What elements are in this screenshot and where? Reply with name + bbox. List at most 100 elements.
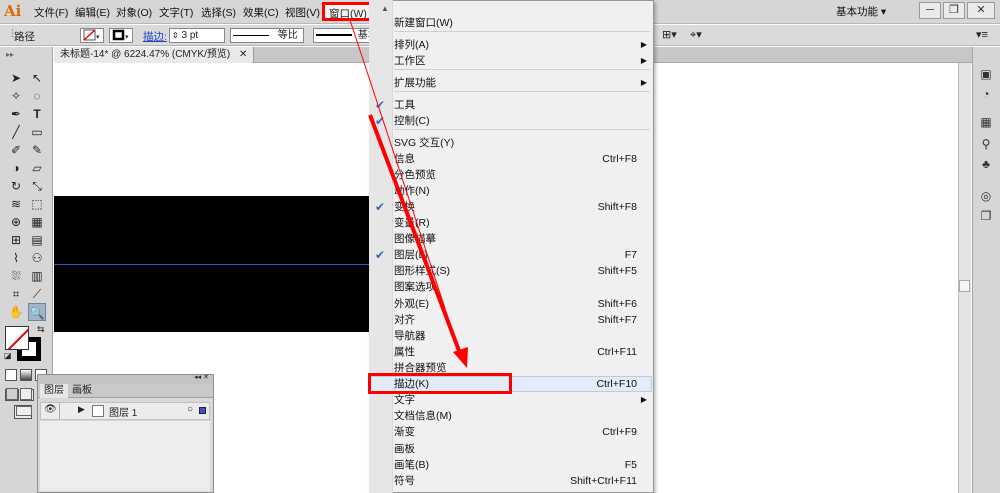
menu-item[interactable]: 变换 Shift+F8 (394, 199, 649, 215)
menu-item[interactable]: 图形样式(S) Shift+F5 (394, 263, 649, 279)
menu-item[interactable]: 外观(E) Shift+F6 (394, 296, 649, 312)
fill-color-box[interactable] (5, 326, 29, 350)
stepper-icon[interactable]: ⇕ (172, 31, 179, 40)
menu-edit[interactable]: 编辑(E) (75, 5, 110, 20)
brushes-panel-icon[interactable]: ⚲ (978, 136, 994, 152)
menu-select[interactable]: 选择(S) (201, 5, 236, 20)
menu-item[interactable]: 画板 (394, 441, 649, 457)
mesh-tool-icon[interactable]: ⊞ (7, 231, 25, 249)
symbol-sprayer-tool-icon[interactable]: ⛆ (7, 267, 25, 285)
direct-selection-tool-icon[interactable]: ↖ (28, 69, 46, 87)
width-tool-icon[interactable]: ≋ (7, 195, 25, 213)
panel-header[interactable]: ◂◂ ✕ (38, 373, 213, 384)
pencil-tool-icon[interactable]: ✎ (28, 141, 46, 159)
expand-triangle-icon[interactable]: ▶ (78, 404, 85, 415)
document-tab[interactable]: 未标题-14* @ 6224.47% (CMYK/预览) ✕ (54, 47, 255, 63)
brush-definition[interactable]: 基本 (313, 28, 371, 43)
visibility-eye-icon[interactable]: 👁 (44, 404, 57, 415)
close-button[interactable]: ✕ (967, 2, 995, 19)
menu-item[interactable]: 图像描摹 (394, 231, 649, 247)
layer-row[interactable]: 👁 ▶ 图层 1 ○ (40, 402, 210, 420)
scale-tool-icon[interactable]: ⤡ (28, 177, 46, 195)
eraser-tool-icon[interactable]: ▱ (28, 159, 46, 177)
stroke-swatch[interactable]: ▾ (109, 28, 133, 43)
docked-panel-icon-a[interactable] (6, 388, 18, 400)
close-tab-icon[interactable]: ✕ (239, 49, 247, 60)
menu-item[interactable]: 排列(A) ▶ (394, 37, 649, 53)
menu-item[interactable]: 分色预览 (394, 167, 649, 183)
menu-item[interactable]: 导航器 (394, 328, 649, 344)
menu-view[interactable]: 视图(V) (285, 5, 320, 20)
panel-menu-icon[interactable]: ▾≡ (976, 28, 988, 41)
menu-item[interactable]: 文字 ▶ (394, 392, 649, 408)
menu-item[interactable]: 控制(C) (394, 113, 649, 129)
menu-type[interactable]: 文字(T) (159, 5, 193, 20)
pen-tool-icon[interactable]: ✒ (7, 105, 25, 123)
color-mode-icon[interactable] (5, 369, 17, 381)
scrollbar-thumb[interactable] (959, 280, 970, 292)
menu-item[interactable]: 图案选项 (394, 279, 649, 295)
maximize-button[interactable]: ❐ (943, 2, 965, 19)
menu-item[interactable]: SVG 交互(Y) (394, 135, 649, 151)
default-fill-stroke-icon[interactable]: ◪ (4, 351, 12, 360)
gradient-tool-icon[interactable]: ▤ (28, 231, 46, 249)
menu-effect[interactable]: 效果(C) (243, 5, 279, 20)
slice-tool-icon[interactable]: ⟋ (28, 285, 46, 303)
rectangle-tool-icon[interactable]: ▭ (28, 123, 46, 141)
zoom-tool-icon[interactable]: 🔍 (28, 303, 46, 321)
menu-item[interactable]: 信息 Ctrl+F8 (394, 151, 649, 167)
paintbrush-tool-icon[interactable]: ✐ (7, 141, 25, 159)
menu-item[interactable]: 符号 Shift+Ctrl+F11 (394, 473, 649, 489)
layer-color-indicator[interactable] (199, 407, 206, 414)
align-icon[interactable]: ⊞▾ (662, 28, 677, 41)
swap-fill-stroke-icon[interactable]: ⇆ (37, 324, 45, 335)
menu-object[interactable]: 对象(O) (116, 5, 152, 20)
menu-file[interactable]: 文件(F) (34, 5, 68, 20)
docked-panel-icon-b[interactable] (20, 388, 32, 400)
panel-close-icon[interactable]: ◂◂ ✕ (194, 373, 209, 381)
color-panel-icon[interactable]: ▣ (978, 66, 994, 82)
stroke-weight-field[interactable]: ⇕ 3 pt (169, 28, 225, 43)
target-circle-icon[interactable]: ○ (187, 404, 193, 415)
variable-width-profile[interactable]: 等比 (230, 28, 304, 43)
tab-layers[interactable]: 图层 (40, 384, 68, 398)
vertical-scrollbar[interactable] (958, 63, 971, 493)
rotate-tool-icon[interactable]: ↻ (7, 177, 25, 195)
menu-item[interactable]: 文档信息(M) (394, 408, 649, 424)
free-transform-tool-icon[interactable]: ⬚ (28, 195, 46, 213)
menu-item[interactable]: 图层(L) F7 (394, 247, 649, 263)
menu-item[interactable]: 工作区 ▶ (394, 53, 649, 69)
menu-item[interactable]: 动作(N) (394, 183, 649, 199)
blend-tool-icon[interactable]: ⚇ (28, 249, 46, 267)
graphic-styles-icon[interactable]: ❐ (978, 208, 994, 224)
docked-panel-icon-c[interactable] (16, 406, 32, 416)
swatches-panel-icon[interactable]: ▦ (978, 114, 994, 130)
perspective-grid-tool-icon[interactable]: ▦ (28, 213, 46, 231)
tab-artboards[interactable]: 画板 (68, 384, 96, 398)
appearance-panel-icon[interactable]: ◎ (978, 188, 994, 204)
line-tool-icon[interactable]: ╱ (7, 123, 25, 141)
transform-icon[interactable]: ⌖▾ (690, 28, 702, 42)
lock-toggle-icon[interactable] (59, 403, 73, 419)
selection-tool-icon[interactable]: ➤ (7, 69, 25, 87)
magic-wand-tool-icon[interactable]: ✧ (7, 87, 25, 105)
menu-window[interactable]: 窗口(W) (322, 2, 376, 21)
workspace-switcher[interactable]: 基本功能 ▾ (836, 4, 910, 20)
menu-item[interactable]: 扩展功能 ▶ (394, 75, 649, 91)
menu-item[interactable]: 属性 Ctrl+F11 (394, 344, 649, 360)
collapse-icon[interactable]: ▸▸ (6, 50, 14, 59)
symbols-panel-icon[interactable]: ♣ (978, 156, 994, 172)
type-tool-icon[interactable]: T (28, 105, 46, 123)
stroke-panel-link[interactable]: 描边: (143, 29, 167, 44)
lasso-tool-icon[interactable]: ◌ (28, 87, 46, 105)
shape-builder-tool-icon[interactable]: ⊕ (7, 213, 25, 231)
color-guide-icon[interactable]: ◔ (978, 86, 994, 102)
menu-item[interactable]: 新建窗口(W) (394, 15, 649, 31)
fill-swatch[interactable]: ▾ (80, 28, 104, 43)
minimize-button[interactable]: ─ (919, 2, 941, 19)
menu-item[interactable]: 渐变 Ctrl+F9 (394, 424, 649, 440)
menu-item[interactable]: 画笔(B) F5 (394, 457, 649, 473)
column-graph-tool-icon[interactable]: ▥ (28, 267, 46, 285)
menu-item[interactable]: 工具 (394, 97, 649, 113)
eyedropper-tool-icon[interactable]: ⌇ (7, 249, 25, 267)
